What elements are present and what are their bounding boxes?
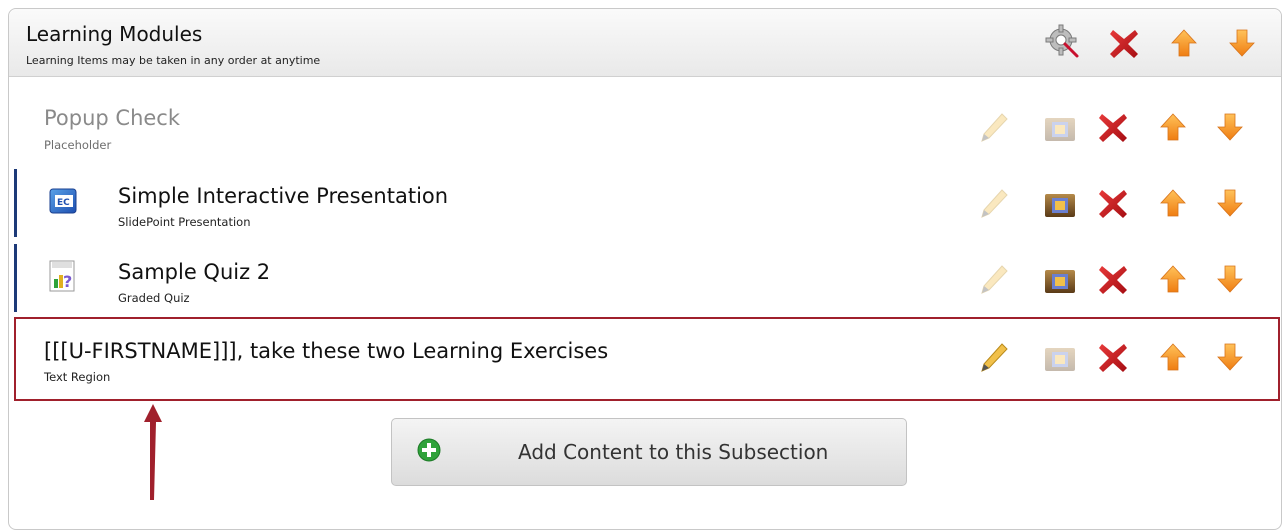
row-indicator-bar (14, 244, 17, 312)
annotation-arrow-icon (138, 402, 168, 506)
item-type: Graded Quiz (118, 291, 190, 305)
move-up-arrow-icon[interactable] (1160, 265, 1186, 293)
item-type: Placeholder (44, 138, 112, 152)
delete-x-icon[interactable] (1096, 187, 1130, 221)
delete-x-icon[interactable] (1107, 27, 1141, 61)
delete-x-icon[interactable] (1096, 341, 1130, 375)
edit-pencil-icon[interactable] (978, 263, 1010, 297)
move-up-arrow-icon[interactable] (1171, 29, 1197, 57)
move-down-arrow-icon[interactable] (1229, 29, 1255, 57)
move-up-arrow-icon[interactable] (1160, 343, 1186, 371)
folder-icon[interactable] (1044, 345, 1076, 373)
row-indicator-bar (14, 169, 17, 237)
item-title[interactable]: [[[U-FIRSTNAME]]], take these two Learni… (44, 339, 608, 363)
item-type: Text Region (44, 370, 111, 384)
move-down-arrow-icon[interactable] (1217, 265, 1243, 293)
list-item: [[[U-FIRSTNAME]]], take these two Learni… (14, 322, 1276, 394)
plus-circle-icon (417, 438, 441, 466)
move-down-arrow-icon[interactable] (1217, 113, 1243, 141)
add-content-label: Add Content to this Subsection (518, 440, 829, 464)
move-up-arrow-icon[interactable] (1160, 189, 1186, 217)
list-item: Popup Check Placeholder (14, 94, 1276, 166)
delete-x-icon[interactable] (1096, 111, 1130, 145)
svg-text:?: ? (63, 272, 72, 291)
item-title[interactable]: Sample Quiz 2 (118, 260, 270, 284)
item-type: SlidePoint Presentation (118, 215, 251, 229)
folder-icon[interactable] (1044, 115, 1076, 143)
edit-pencil-icon[interactable] (978, 111, 1010, 145)
move-down-arrow-icon[interactable] (1217, 189, 1243, 217)
presentation-icon: EC (48, 185, 80, 217)
item-title: Popup Check (44, 106, 181, 130)
folder-icon[interactable] (1044, 267, 1076, 295)
move-up-arrow-icon[interactable] (1160, 113, 1186, 141)
list-item: EC Simple Interactive Presentation Slide… (14, 167, 1276, 239)
add-content-button[interactable]: Add Content to this Subsection (391, 418, 907, 486)
svg-text:EC: EC (57, 198, 70, 208)
settings-gear-icon[interactable] (1043, 22, 1083, 62)
move-down-arrow-icon[interactable] (1217, 343, 1243, 371)
delete-x-icon[interactable] (1096, 263, 1130, 297)
list-item: ? Sample Quiz 2 Graded Quiz (14, 242, 1276, 314)
panel-header: Learning Modules Learning Items may be t… (9, 9, 1281, 77)
panel-title: Learning Modules (26, 22, 203, 46)
graded-quiz-icon: ? (47, 259, 79, 295)
edit-pencil-icon[interactable] (978, 187, 1010, 221)
folder-icon[interactable] (1044, 191, 1076, 219)
panel-subtitle: Learning Items may be taken in any order… (26, 54, 321, 67)
item-title[interactable]: Simple Interactive Presentation (118, 184, 448, 208)
edit-pencil-icon[interactable] (978, 341, 1010, 375)
